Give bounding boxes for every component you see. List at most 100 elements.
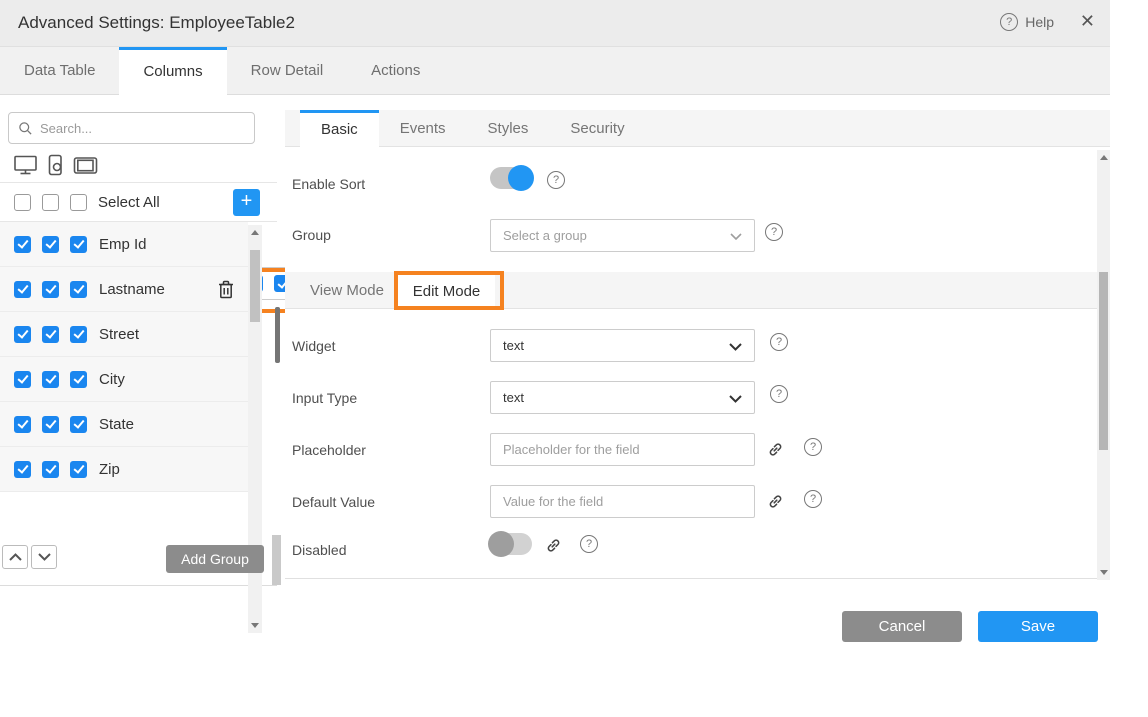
- column-label: State: [99, 416, 134, 433]
- input-type-select[interactable]: text: [490, 381, 755, 414]
- desktop-checkbox[interactable]: [14, 461, 31, 478]
- select-all-label: Select All: [98, 194, 160, 211]
- tab-edit-mode[interactable]: Edit Mode: [398, 272, 495, 310]
- scroll-down-icon[interactable]: [1100, 570, 1108, 575]
- toggle-knob: [488, 531, 514, 557]
- column-label: Emp Id: [99, 236, 147, 253]
- help-icon[interactable]: ?: [580, 535, 598, 553]
- settings-tabbar: Basic Events Styles Security: [285, 110, 1110, 147]
- help-icon[interactable]: ?: [804, 490, 822, 508]
- enable-sort-toggle[interactable]: [490, 167, 532, 189]
- help-icon: ?: [1000, 13, 1018, 31]
- scroll-up-icon[interactable]: [1100, 155, 1108, 160]
- tablet-icon[interactable]: [73, 156, 98, 175]
- desktop-checkbox[interactable]: [14, 236, 31, 253]
- chevron-down-icon: [729, 343, 742, 351]
- tab-row-detail[interactable]: Row Detail: [227, 47, 348, 94]
- tab-security[interactable]: Security: [549, 110, 645, 146]
- mobile-checkbox[interactable]: [42, 416, 59, 433]
- tab-actions[interactable]: Actions: [347, 47, 444, 94]
- scrollbar-thumb[interactable]: [250, 250, 260, 322]
- help-button[interactable]: ? Help: [1000, 13, 1054, 31]
- desktop-checkbox[interactable]: [14, 281, 31, 298]
- column-row-city[interactable]: City: [0, 357, 248, 402]
- scroll-down-icon[interactable]: [251, 623, 259, 628]
- advanced-settings-dialog: Advanced Settings: EmployeeTable2 ? Help…: [0, 0, 1110, 717]
- device-toggle-row: [0, 148, 277, 183]
- placeholder-input[interactable]: [503, 442, 742, 457]
- save-button[interactable]: Save: [978, 611, 1098, 642]
- column-settings-panel: Basic Events Styles Security Enable Sort…: [285, 95, 1110, 579]
- mobile-checkbox[interactable]: [42, 281, 59, 298]
- enable-sort-label: Enable Sort: [292, 176, 365, 192]
- column-row-zip[interactable]: Zip: [0, 447, 248, 492]
- help-icon[interactable]: ?: [770, 333, 788, 351]
- tablet-checkbox[interactable]: [70, 461, 87, 478]
- column-row-street[interactable]: Street: [0, 312, 248, 357]
- tab-view-mode[interactable]: View Mode: [310, 272, 384, 309]
- tab-data-table[interactable]: Data Table: [0, 47, 119, 94]
- help-icon[interactable]: ?: [770, 385, 788, 403]
- chevron-down-icon: [38, 553, 51, 561]
- close-icon[interactable]: ✕: [1080, 11, 1095, 32]
- scroll-up-icon[interactable]: [251, 230, 259, 235]
- tablet-checkbox[interactable]: [70, 326, 87, 343]
- scrollbar-thumb[interactable]: [1099, 272, 1108, 450]
- middle-scrollbar-segment[interactable]: [272, 535, 281, 585]
- move-column-up-button[interactable]: [2, 545, 28, 569]
- tab-basic[interactable]: Basic: [300, 110, 379, 148]
- panel-scrollbar[interactable]: [1097, 150, 1110, 580]
- search-box: [8, 112, 255, 144]
- mobile-checkbox[interactable]: [42, 461, 59, 478]
- desktop-checkbox[interactable]: [14, 326, 31, 343]
- mobile-checkbox[interactable]: [42, 326, 59, 343]
- mobile-icon[interactable]: [47, 154, 64, 176]
- column-row-state[interactable]: State: [0, 402, 248, 447]
- widget-label: Widget: [292, 338, 336, 354]
- help-icon[interactable]: ?: [804, 438, 822, 456]
- add-column-button[interactable]: +: [233, 189, 260, 216]
- tablet-checkbox[interactable]: [70, 416, 87, 433]
- group-label: Group: [292, 227, 331, 243]
- desktop-checkbox[interactable]: [14, 371, 31, 388]
- group-select[interactable]: Select a group: [490, 219, 755, 252]
- default-value-input[interactable]: [503, 494, 742, 509]
- desktop-icon[interactable]: [13, 154, 38, 176]
- tab-columns[interactable]: Columns: [119, 47, 226, 96]
- column-row-lastname[interactable]: Lastname: [0, 267, 248, 312]
- select-all-mobile-checkbox[interactable]: [42, 194, 59, 211]
- bind-link-icon[interactable]: [767, 493, 784, 510]
- column-list: Emp Id Firstname Lastname Street: [0, 222, 248, 492]
- tablet-checkbox[interactable]: [70, 236, 87, 253]
- desktop-checkbox[interactable]: [14, 416, 31, 433]
- select-all-desktop-checkbox[interactable]: [14, 194, 31, 211]
- tab-styles[interactable]: Styles: [467, 110, 550, 146]
- columns-sidebar: Select All + Emp Id Firstname Last: [0, 95, 277, 586]
- column-label: City: [99, 371, 125, 388]
- tablet-checkbox[interactable]: [70, 281, 87, 298]
- middle-scrollbar-thumb[interactable]: [275, 307, 280, 363]
- disabled-label: Disabled: [292, 542, 346, 558]
- mobile-checkbox[interactable]: [42, 371, 59, 388]
- search-input[interactable]: [40, 121, 245, 136]
- tablet-checkbox[interactable]: [70, 371, 87, 388]
- add-group-button[interactable]: Add Group: [166, 545, 264, 573]
- column-label: Street: [99, 326, 139, 343]
- select-all-tablet-checkbox[interactable]: [70, 194, 87, 211]
- tab-events[interactable]: Events: [379, 110, 467, 146]
- column-row-emp-id[interactable]: Emp Id: [0, 222, 248, 267]
- search-icon: [18, 121, 33, 136]
- chevron-down-icon: [730, 233, 742, 240]
- plus-icon: +: [241, 190, 253, 212]
- page-title: Advanced Settings: EmployeeTable2: [18, 13, 295, 33]
- bind-link-icon[interactable]: [767, 441, 784, 458]
- mobile-checkbox[interactable]: [42, 236, 59, 253]
- help-icon[interactable]: ?: [547, 171, 565, 189]
- bind-link-icon[interactable]: [545, 537, 562, 554]
- move-column-down-button[interactable]: [31, 545, 57, 569]
- delete-column-icon[interactable]: [218, 280, 234, 299]
- cancel-button[interactable]: Cancel: [842, 611, 962, 642]
- disabled-toggle[interactable]: [490, 533, 532, 555]
- widget-select[interactable]: text: [490, 329, 755, 362]
- help-icon[interactable]: ?: [765, 223, 783, 241]
